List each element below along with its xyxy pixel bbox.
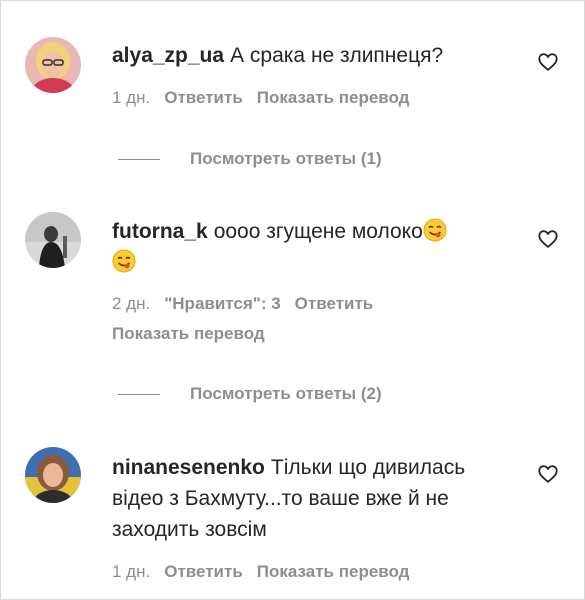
yum-face-emoji-icon	[112, 249, 136, 273]
comment-username[interactable]: ninanesenenko	[112, 456, 265, 479]
divider-line	[118, 159, 160, 161]
like-heart-icon[interactable]	[537, 51, 559, 73]
comment-text: А срака не злипнеця?	[230, 44, 444, 67]
view-replies-label: Посмотреть ответы (2)	[190, 384, 382, 403]
comment-time: 1 дн.	[112, 562, 151, 581]
avatar-ninanesenenko[interactable]	[25, 447, 81, 503]
comment-time: 2 дн.	[112, 294, 151, 313]
comment-username[interactable]: alya_zp_ua	[112, 44, 224, 67]
like-heart-icon[interactable]	[537, 228, 559, 250]
view-replies-button[interactable]: Посмотреть ответы (2)	[118, 384, 382, 404]
view-replies-label: Посмотреть ответы (1)	[190, 149, 382, 168]
divider-line	[118, 394, 160, 396]
comment-time: 1 дн.	[112, 88, 151, 107]
reply-button[interactable]: Ответить	[295, 294, 374, 313]
avatar-alya-zp-ua[interactable]	[25, 37, 81, 93]
show-translation-button[interactable]: Показать перевод	[257, 88, 410, 107]
like-heart-icon[interactable]	[537, 463, 559, 485]
yum-face-emoji-icon	[423, 218, 447, 242]
reply-button[interactable]: Ответить	[164, 88, 243, 107]
reply-button[interactable]: Ответить	[164, 562, 243, 581]
show-translation-button[interactable]: Показать перевод	[257, 562, 410, 581]
show-translation-button[interactable]: Показать перевод	[112, 324, 265, 343]
avatar-futorna-k[interactable]	[25, 212, 81, 268]
likes-count-button[interactable]: "Нравится": 3	[164, 294, 280, 313]
comment-username[interactable]: futorna_k	[112, 220, 208, 243]
view-replies-button[interactable]: Посмотреть ответы (1)	[118, 149, 382, 169]
comment-text: оооо згущене молоко	[213, 220, 423, 243]
